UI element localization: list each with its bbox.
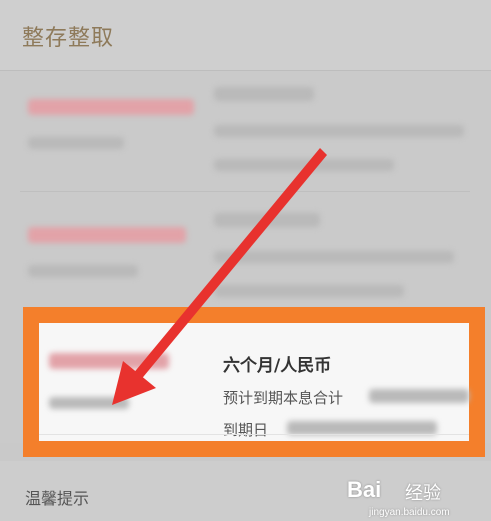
highlight-box: 六个月/人民币 预计到期本息合计 到期日 — [23, 307, 485, 457]
blurred-product-term — [214, 213, 320, 227]
baidu-watermark: Bai 经验 jingyan.baidu.com — [347, 473, 477, 519]
row-divider — [39, 434, 469, 435]
product-maturity-label: 到期日 — [223, 421, 269, 439]
blurred-product-rate — [49, 353, 169, 369]
row-divider — [20, 191, 470, 192]
blurred-product-info — [214, 251, 454, 263]
product-term-title: 六个月/人民币 — [223, 356, 332, 376]
blurred-maturity-value — [287, 421, 437, 435]
blurred-product-rate — [28, 227, 186, 243]
watermark-sub: 经验 — [405, 483, 441, 503]
product-item-six-month[interactable]: 六个月/人民币 预计到期本息合计 到期日 — [39, 323, 469, 441]
blurred-product-term — [214, 87, 314, 101]
blurred-product-sub — [28, 265, 138, 277]
blurred-product-info — [214, 125, 464, 137]
watermark-brand: Bai — [347, 477, 382, 502]
blurred-product-sub — [28, 137, 124, 149]
blurred-product-rate — [28, 99, 194, 115]
header-bar: 整存整取 — [0, 0, 491, 71]
blurred-product-sub — [49, 397, 129, 409]
footer-bar: 温馨提示 Bai 经验 jingyan.baidu.com — [0, 461, 491, 521]
page-title: 整存整取 — [22, 26, 115, 51]
product-interest-label: 预计到期本息合计 — [223, 389, 344, 407]
warm-tips-link[interactable]: 温馨提示 — [25, 485, 89, 509]
blurred-product-info — [214, 285, 404, 297]
blurred-product-info — [214, 159, 394, 171]
watermark-url: jingyan.baidu.com — [369, 507, 450, 518]
blurred-interest-value — [369, 389, 469, 403]
